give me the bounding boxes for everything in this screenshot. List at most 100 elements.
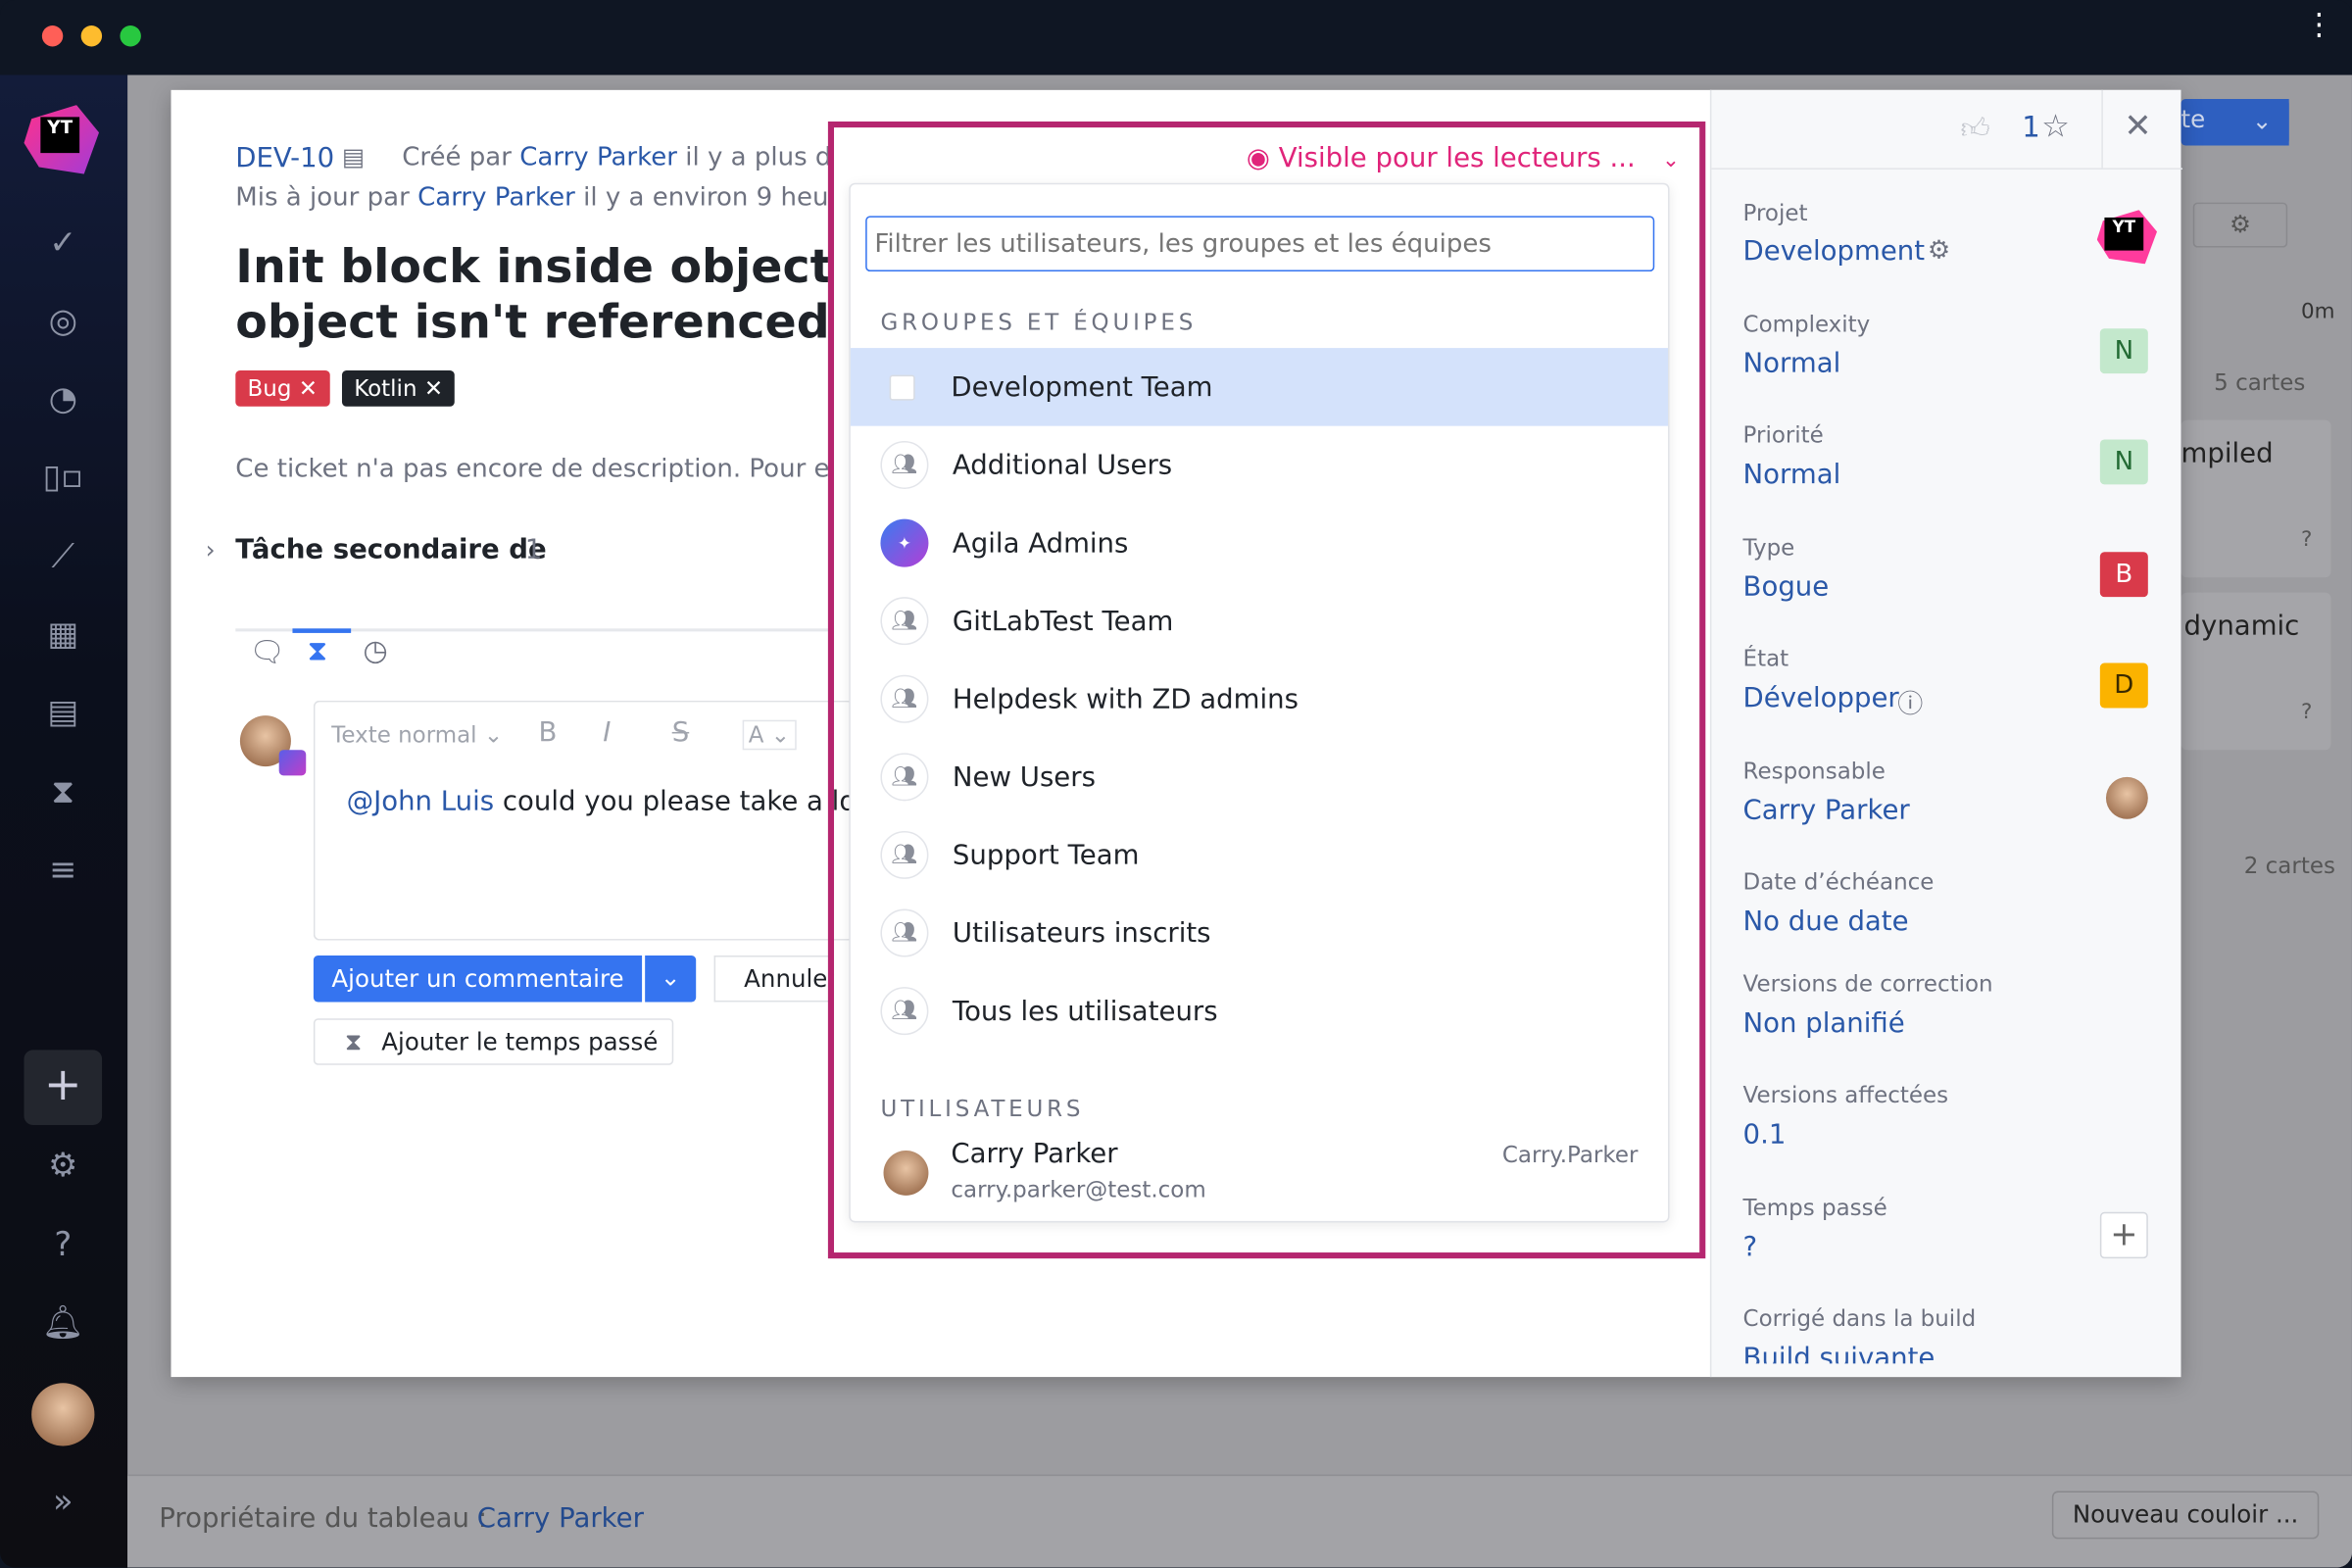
field-value-assignee[interactable]: Carry Parker (1743, 795, 1910, 826)
created-suffix: il y a plus de 3 ans (685, 142, 828, 173)
eye-icon: ◉ (1246, 142, 1270, 174)
kebab-icon[interactable]: ⋮ (2304, 9, 2334, 39)
card[interactable]: dynamic ? (2180, 592, 2331, 751)
check-circle-icon[interactable]: ✓ (39, 220, 87, 269)
create-plus-button[interactable]: + (24, 1050, 103, 1125)
field-value-affected-versions[interactable]: 0.1 (1743, 1119, 1787, 1151)
tag-bug[interactable]: Bug ✕ (235, 370, 330, 407)
list-item[interactable]: 👥︎ Additional Users (851, 426, 1668, 505)
user-email: carry.parker@test.com (951, 1175, 1206, 1203)
comment-editor[interactable]: Texte normal ⌄ B I S A ⌄ @John Luis coul… (313, 700, 872, 941)
board-settings-button[interactable]: ⚙ (2192, 202, 2288, 248)
issue-title-line: Init block inside object doe (235, 239, 828, 294)
field-value-project[interactable]: Development (1743, 235, 1925, 267)
new-lane-button[interactable]: Nouveau couloir ... (2051, 1491, 2320, 1540)
book-icon[interactable]: ▤ (39, 690, 87, 738)
add-spent-time-button[interactable]: ⧗ Ajouter le temps passé (313, 1018, 674, 1065)
thumbs-up-icon[interactable]: 👍︎ (1960, 113, 1989, 147)
chart-icon[interactable]: ⟋ (39, 534, 87, 582)
subtask-label[interactable]: Tâche secondaire de (235, 534, 546, 565)
field-value-complexity[interactable]: Normal (1743, 348, 1841, 379)
vote-count: 1 (2022, 111, 2040, 144)
item-label: Tous les utilisateurs (952, 995, 1218, 1027)
minimize-window-button[interactable] (80, 25, 103, 47)
active-tab-indicator (292, 628, 352, 633)
field-label: Versions affectées (1742, 1081, 1949, 1109)
list-item[interactable]: Development Team (850, 348, 1669, 426)
field-value-type[interactable]: Bogue (1743, 571, 1830, 603)
field-value-fix-versions[interactable]: Non planifié (1743, 1008, 1905, 1040)
field-value-priority[interactable]: Normal (1743, 459, 1841, 490)
field-value-due-date[interactable]: No due date (1743, 906, 1909, 937)
chevron-down-icon[interactable]: ⌄ (2234, 99, 2289, 146)
add-spent-time-plus-button[interactable]: + (2099, 1211, 2148, 1259)
bell-icon[interactable]: 🔔︎ (39, 1300, 87, 1348)
tag-kotlin[interactable]: Kotlin ✕ (341, 370, 456, 407)
remove-tag-icon[interactable]: ✕ (299, 375, 318, 403)
list-item[interactable]: 👥︎ Tous les utilisateurs (851, 972, 1668, 1051)
comment-text: @John Luis could you please take a loo (347, 786, 872, 817)
item-label: Development Team (951, 370, 1213, 403)
chevron-down-icon[interactable]: ⌄ (645, 955, 697, 1003)
italic-icon[interactable]: I (603, 717, 611, 749)
gear-icon[interactable]: ⚙ (1928, 235, 1950, 266)
close-window-button[interactable] (41, 25, 64, 47)
field-value-fixed-in-build[interactable]: Build suivante (1743, 1343, 1936, 1363)
avatar[interactable] (31, 1383, 95, 1446)
timer-swirl-icon[interactable]: ◔ (39, 376, 87, 424)
strikethrough-icon[interactable]: S (672, 717, 690, 749)
list-item[interactable]: 👥︎ Utilisateurs inscrits (851, 894, 1668, 972)
sidebar: YT ✓ ◎ ◔ ▯▫ ⟋ ▦ ▤ ⧗ ≡ + ⚙ ? 🔔︎ » (0, 74, 128, 1568)
remove-tag-icon[interactable]: ✕ (424, 375, 443, 403)
created-by-link[interactable]: Carry Parker (519, 142, 677, 172)
chevron-right-icon[interactable]: › (206, 535, 216, 564)
field-label: Responsable (1742, 757, 1886, 785)
close-icon[interactable]: ✕ (2124, 108, 2151, 145)
list-item[interactable]: 👥︎ Support Team (851, 816, 1668, 895)
list-item[interactable]: 👥︎ Helpdesk with ZD admins (851, 660, 1668, 738)
list-item[interactable]: 👥︎ GitLabTest Team (851, 582, 1668, 661)
expand-icon[interactable]: » (39, 1479, 87, 1527)
help-icon[interactable]: ? (39, 1222, 87, 1270)
comment-body: could you please take a loo (502, 786, 873, 818)
text-style-select[interactable]: Texte normal ⌄ (331, 721, 503, 749)
updated-by-link[interactable]: Carry Parker (417, 183, 575, 214)
field-value-state[interactable]: Développer (1743, 682, 1899, 713)
hourglass-icon: ⧗ (345, 1027, 363, 1056)
group-icon: 👥︎ (880, 987, 929, 1036)
bold-icon[interactable]: B (538, 717, 557, 749)
history-tab-icon[interactable]: ◷ (363, 634, 387, 667)
star-icon[interactable]: ☆ (2041, 108, 2070, 144)
user-name: Carry Parker (951, 1138, 1118, 1170)
user-item[interactable]: Carry Parker carry.parker@test.com Carry… (851, 1133, 1668, 1211)
add-comment-button[interactable]: Ajouter un commentaire (313, 955, 643, 1003)
field-label: État (1742, 645, 1789, 672)
mention[interactable]: @John Luis (347, 786, 495, 817)
filter-input[interactable] (865, 216, 1655, 272)
timeline-icon[interactable]: ≡ (39, 848, 87, 896)
item-label: Helpdesk with ZD admins (952, 683, 1298, 715)
field-label: Projet (1742, 199, 1808, 227)
issue-id-link[interactable]: DEV-10 (235, 142, 334, 173)
gear-icon[interactable]: ⚙ (39, 1143, 87, 1191)
comment-tab-icon[interactable]: 🗨︎ (249, 634, 285, 669)
visibility-selector[interactable]: ◉ Visible pour les lecteurs ... ⌄ (1247, 142, 1680, 173)
hourglass-icon[interactable]: ⧗ (39, 769, 87, 817)
card[interactable]: mpiled ? (2180, 419, 2331, 578)
owner-link[interactable]: Carry Parker (477, 1503, 644, 1535)
maximize-window-button[interactable] (120, 25, 141, 47)
target-icon[interactable]: ◎ (39, 299, 87, 347)
text-color-icon[interactable]: A ⌄ (742, 719, 797, 751)
hourglass-tab-icon[interactable]: ⧗ (308, 634, 327, 667)
info-icon[interactable]: ⓘ (1897, 682, 1923, 720)
cancel-button[interactable]: Annuler (713, 955, 835, 1003)
checkbox[interactable] (889, 373, 915, 400)
board-icon[interactable]: ▯▫ (39, 455, 87, 503)
copy-icon[interactable]: ▤ (342, 142, 365, 171)
updated-prefix: Mis à jour par (235, 182, 410, 214)
field-value-spent-time[interactable]: ? (1743, 1232, 1758, 1263)
grid-icon[interactable]: ▦ (39, 612, 87, 660)
issue-title[interactable]: Init block inside object doe object isn'… (235, 240, 828, 351)
list-item[interactable]: ✦ Agila Admins (851, 504, 1668, 582)
list-item[interactable]: 👥︎ New Users (851, 738, 1668, 816)
